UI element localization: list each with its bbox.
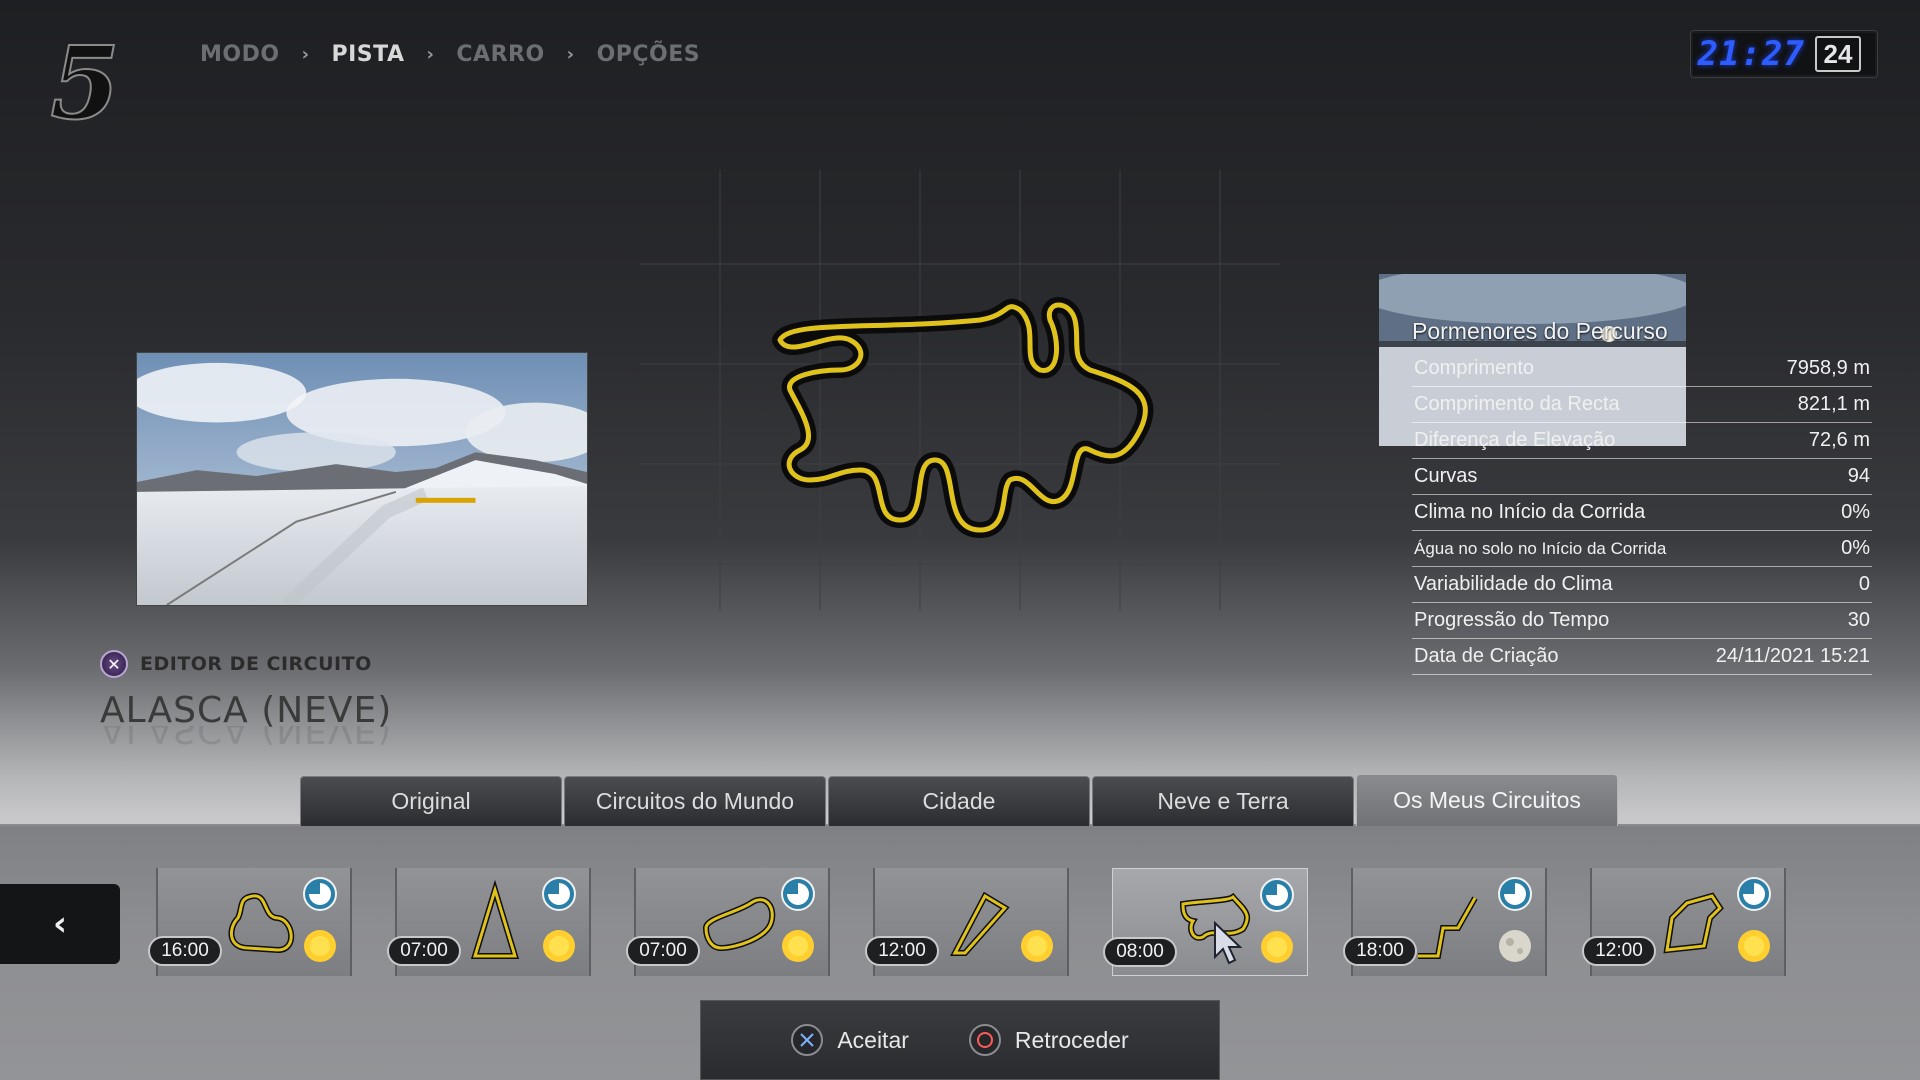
track-shape-icon (1663, 892, 1724, 954)
logo-number: 5 (50, 30, 120, 130)
track-details: Pormenores do Percurso Comprimento 7958,9… (1412, 318, 1872, 675)
track-time: 18:00 (1343, 936, 1417, 966)
back-button[interactable]: Retroceder (968, 1024, 1129, 1056)
detail-value: 24/11/2021 15:21 (1715, 645, 1870, 667)
cursor-icon (1214, 921, 1243, 965)
detail-value: 0% (1841, 537, 1870, 559)
track-time: 07:00 (626, 936, 700, 966)
sun-icon (1021, 930, 1053, 962)
track-shape-icon (470, 879, 520, 959)
detail-label: Curvas (1414, 465, 1478, 487)
sun-icon (1261, 931, 1293, 963)
detail-value: 821,1 m (1797, 393, 1870, 415)
track-card[interactable]: 07:00 (387, 868, 591, 976)
chevron-left-icon: ‹ (52, 904, 67, 944)
detail-value: 0% (1841, 501, 1870, 523)
sun-icon (543, 930, 575, 962)
track-shape-icon (702, 896, 776, 952)
track-shape-icon (228, 893, 295, 954)
detail-label: Diferença de Elevação (1414, 429, 1616, 451)
editor-label: EDITOR DE CIRCUITO (140, 653, 372, 675)
track-card-selected[interactable]: 08:00 (1103, 868, 1308, 976)
track-time: 08:00 (1103, 937, 1177, 967)
detail-row: Água no solo no Início da Corrida 0% (1412, 531, 1872, 567)
cross-button-icon: ✕ (100, 650, 128, 678)
sun-icon (782, 930, 814, 962)
detail-label: Data de Criação (1414, 645, 1559, 667)
sun-icon (1738, 930, 1770, 962)
clock-icon (781, 877, 815, 911)
track-card[interactable]: 18:00 (1343, 868, 1547, 976)
game-logo: 5 (49, 30, 121, 130)
track-time: 07:00 (387, 936, 461, 966)
tab-original[interactable]: Original (300, 776, 562, 826)
track-name: ALASCA (NEVE) (100, 690, 393, 731)
tab-circuitos-do-mundo[interactable]: Circuitos do Mundo (564, 776, 826, 826)
track-card[interactable]: 07:00 (626, 868, 830, 976)
track-time: 16:00 (148, 936, 222, 966)
detail-row: Progressão do Tempo 30 (1412, 603, 1872, 639)
clock-day: 24 (1815, 36, 1861, 72)
detail-value: 72,6 m (1808, 429, 1870, 451)
detail-row: Curvas 94 (1412, 459, 1872, 495)
breadcrumb-modo[interactable]: MODO (200, 42, 280, 67)
breadcrumb-opcoes[interactable]: OPÇÕES (597, 42, 701, 67)
accept-button[interactable]: Aceitar (791, 1024, 909, 1056)
tab-cidade[interactable]: Cidade (828, 776, 1090, 826)
detail-label: Água no solo no Início da Corrida (1414, 538, 1667, 558)
accept-label: Aceitar (837, 1026, 909, 1053)
detail-label: Progressão do Tempo (1414, 609, 1610, 631)
editor-header: ✕ EDITOR DE CIRCUITO (100, 650, 372, 678)
back-label: Retroceder (1014, 1026, 1129, 1053)
breadcrumb-pista[interactable]: PISTA (331, 42, 404, 67)
detail-value: 0 (1858, 573, 1870, 595)
track-card[interactable]: 12:00 (865, 868, 1069, 976)
detail-row: Variabilidade do Clima 0 (1412, 567, 1872, 603)
action-bar: Aceitar Retroceder (700, 1000, 1220, 1080)
previous-page-button[interactable]: ‹ (0, 884, 120, 964)
details-title: Pormenores do Percurso (1412, 318, 1668, 344)
detail-row: Clima no Início da Corrida 0% (1412, 495, 1872, 531)
detail-row: Comprimento 7958,9 m (1412, 351, 1872, 387)
breadcrumb-carro[interactable]: CARRO (456, 42, 544, 67)
track-preview-photo (136, 352, 588, 606)
detail-row: Data de Criação 24/11/2021 15:21 (1412, 639, 1872, 675)
track-time: 12:00 (865, 936, 939, 966)
detail-value: 94 (1847, 465, 1870, 487)
track-layout-map (772, 297, 1154, 538)
clock-icon (1260, 878, 1294, 912)
clock-icon (303, 877, 337, 911)
breadcrumb: MODO › PISTA › CARRO › OPÇÕES (200, 42, 700, 67)
track-name-reflection: ALASCA (NEVE) (100, 726, 393, 750)
track-shape-icon (1418, 896, 1478, 959)
category-tabs: Original Circuitos do Mundo Cidade Neve … (300, 774, 1618, 826)
clock-icon (1737, 877, 1771, 911)
detail-label: Comprimento (1414, 357, 1535, 379)
breadcrumb-separator: › (426, 44, 435, 65)
detail-value: 7958,9 m (1786, 357, 1870, 379)
track-card[interactable]: 16:00 (148, 868, 352, 976)
track-shape-icon (950, 891, 1010, 956)
moon-icon (1499, 930, 1531, 962)
circle-button-icon (968, 1024, 1001, 1056)
sun-icon (304, 930, 336, 962)
clock-icon (542, 877, 576, 911)
clock-time: 21:27 (1697, 34, 1805, 74)
detail-label: Variabilidade do Clima (1414, 573, 1613, 595)
detail-value: 30 (1847, 609, 1870, 631)
clock-icon (1498, 877, 1532, 911)
detail-label: Comprimento da Recta (1414, 393, 1620, 415)
detail-row: Diferença de Elevação 72,6 m (1412, 423, 1872, 459)
breadcrumb-separator: › (566, 44, 575, 65)
detail-row: Comprimento da Recta 821,1 m (1412, 387, 1872, 423)
detail-label: Clima no Início da Corrida (1414, 501, 1646, 523)
tab-os-meus-circuitos[interactable]: Os Meus Circuitos (1356, 774, 1618, 826)
tab-neve-e-terra[interactable]: Neve e Terra (1092, 776, 1354, 826)
cross-button-icon (791, 1024, 824, 1056)
breadcrumb-separator: › (301, 44, 310, 65)
track-card[interactable]: 12:00 (1582, 868, 1786, 976)
system-clock: 21:27 24 (1690, 30, 1878, 78)
track-time: 12:00 (1582, 936, 1656, 966)
